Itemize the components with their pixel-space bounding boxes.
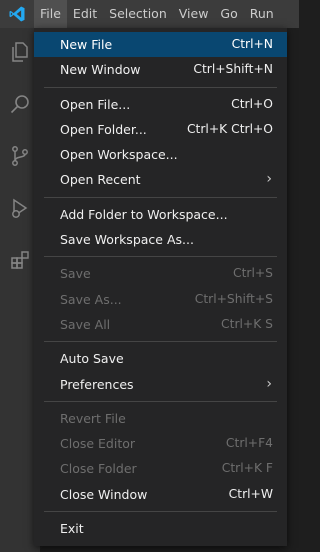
vscode-logo-icon [0,0,34,28]
menu-separator [44,400,277,402]
menu-item-save[interactable]: Save Ctrl+S [34,261,287,286]
menu-item-label: Add Folder to Workspace... [60,206,228,222]
menu-item-preferences[interactable]: Preferences › [34,372,287,397]
menu-separator [44,511,277,513]
menu-item-close-folder[interactable]: Close Folder Ctrl+K F [34,456,287,481]
menu-item-label: Close Folder [60,461,137,477]
menu-item-label: Save [60,266,91,282]
menu-item-new-window[interactable]: New Window Ctrl+Shift+N [34,57,287,82]
menu-item-shortcut: Ctrl+K F [221,461,273,476]
menu-item-open-recent[interactable]: Open Recent › [34,167,287,192]
menu-item-close-editor[interactable]: Close Editor Ctrl+F4 [34,431,287,456]
explorer-icon[interactable] [8,40,32,64]
menu-separator [44,86,277,88]
menu-item-revert-file[interactable]: Revert File [34,406,287,431]
menu-item-label: New File [60,37,113,52]
submenu-chevron-icon: › [266,171,272,188]
menu-item-label: Open Workspace... [60,147,178,163]
file-menu-dropdown: New File Ctrl+N New Window Ctrl+Shift+N … [34,28,287,546]
submenu-chevron-icon: › [266,375,272,392]
menu-item-save-workspace-as[interactable]: Save Workspace As... [34,227,287,252]
menu-item-label: Open Folder... [60,121,147,137]
menu-view[interactable]: View [173,0,215,28]
menu-item-label: Save All [60,316,111,332]
menu-item-exit[interactable]: Exit [34,516,287,541]
menu-item-label: Auto Save [60,351,124,367]
menu-separator [44,256,277,258]
menu-item-save-all[interactable]: Save All Ctrl+K S [34,312,287,337]
search-icon[interactable] [8,92,32,116]
menu-selection[interactable]: Selection [103,0,173,28]
menu-item-shortcut: Ctrl+Shift+N [193,62,273,77]
menu-item-open-workspace[interactable]: Open Workspace... [34,142,287,167]
menu-item-shortcut: Ctrl+S [233,266,273,281]
menu-item-shortcut: Ctrl+F4 [225,436,273,451]
menu-item-label: New Window [60,62,141,78]
menu-item-label: Open Recent [60,172,141,188]
menu-item-open-folder[interactable]: Open Folder... Ctrl+K Ctrl+O [34,117,287,142]
extensions-icon[interactable] [8,248,32,272]
menu-item-shortcut: Ctrl+O [231,96,273,111]
menu-go[interactable]: Go [214,0,243,28]
menu-item-add-folder-to-workspace[interactable]: Add Folder to Workspace... [34,202,287,227]
menu-item-label: Exit [60,521,84,537]
menu-item-shortcut: Ctrl+W [228,486,273,501]
menu-item-label: Close Editor [60,436,136,452]
run-debug-icon[interactable] [8,196,32,220]
menu-item-shortcut: Ctrl+K S [221,316,273,331]
source-control-icon[interactable] [8,144,32,168]
menu-run[interactable]: Run [244,0,280,28]
menu-item-shortcut: Ctrl+N [231,37,273,51]
menu-item-label: Preferences [60,376,134,392]
menu-item-label: Revert File [60,410,126,426]
menu-bar: File Edit Selection View Go Run [0,0,299,28]
menu-item-auto-save[interactable]: Auto Save [34,346,287,371]
menu-item-new-file[interactable]: New File Ctrl+N [34,32,287,58]
menu-item-open-file[interactable]: Open File... Ctrl+O [34,92,287,117]
menu-separator [44,196,277,198]
menu-item-shortcut: Ctrl+K Ctrl+O [186,121,273,136]
menu-file[interactable]: File [34,0,67,28]
menu-item-label: Open File... [60,96,131,112]
menu-item-label: Close Window [60,486,148,502]
menu-item-close-window[interactable]: Close Window Ctrl+W [34,482,287,507]
menu-item-label: Save As... [60,291,122,307]
menu-item-shortcut: Ctrl+Shift+S [194,291,273,306]
menu-item-label: Save Workspace As... [60,232,194,248]
menu-separator [44,341,277,343]
menu-item-save-as[interactable]: Save As... Ctrl+Shift+S [34,287,287,312]
menu-edit[interactable]: Edit [67,0,103,28]
